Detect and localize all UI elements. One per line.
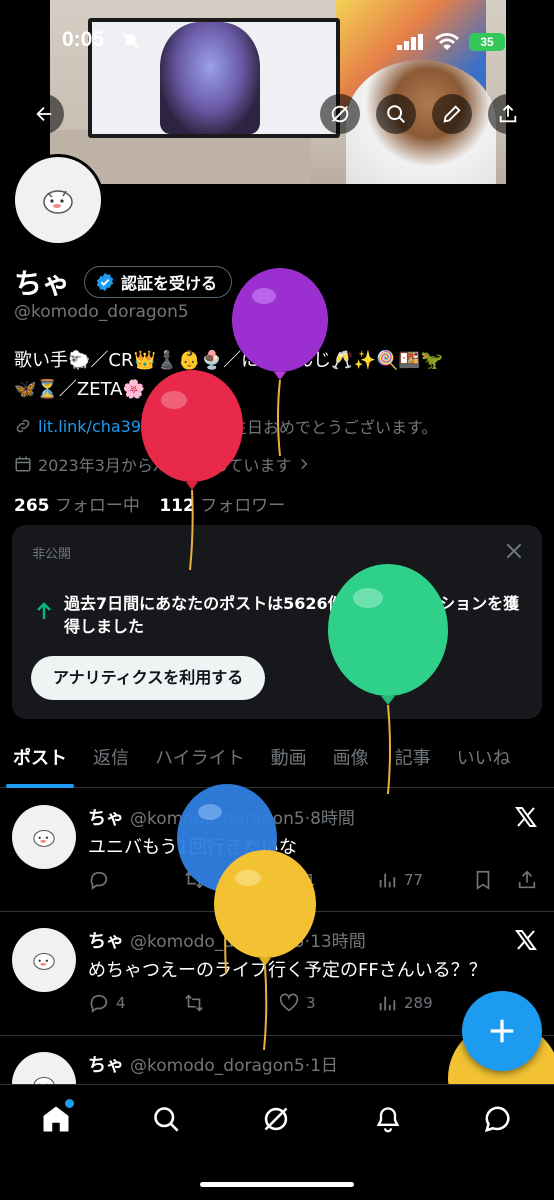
tab-likes[interactable]: いいね — [444, 738, 524, 788]
private-label: 非公開 — [32, 547, 72, 562]
post-header: ちゃ @komodo_doragon5·1日 — [88, 1051, 338, 1077]
home-indicator[interactable] — [200, 1182, 354, 1187]
nav-messages[interactable] — [478, 1099, 518, 1139]
following-label: フォロー中 — [54, 496, 140, 516]
status-bar: 0:05 35 — [0, 26, 554, 60]
balloon-green — [328, 564, 448, 794]
post-author: ちゃ — [88, 1055, 124, 1076]
compose-post-button[interactable] — [462, 991, 542, 1071]
get-verified-button[interactable]: 認証を受ける — [84, 266, 233, 298]
notification-dot — [65, 1099, 74, 1108]
link-icon — [16, 419, 30, 433]
views-button[interactable]: 289 — [376, 992, 433, 1014]
views-button[interactable]: 77 — [376, 869, 423, 891]
tab-replies[interactable]: 返信 — [80, 738, 142, 788]
views-count: 77 — [404, 871, 424, 889]
following-link[interactable]: 265 フォロー中 — [14, 496, 140, 516]
back-arrow-icon — [36, 106, 52, 122]
back-button[interactable] — [24, 94, 64, 134]
search-icon — [154, 1107, 179, 1132]
views-icon — [379, 996, 396, 1011]
reply-icon — [90, 871, 108, 890]
search-button[interactable] — [376, 94, 416, 134]
bell-icon — [376, 1107, 400, 1133]
reply-button[interactable] — [88, 869, 116, 891]
post-time: ·8時間 — [304, 809, 355, 829]
chevron-right-icon[interactable] — [297, 457, 311, 471]
plus-icon — [490, 1019, 514, 1043]
analytics-card: 非公開 過去7日間にあなたのポストは5626件のインプレッションを獲得しました … — [12, 525, 542, 719]
arrow-up-icon — [37, 602, 51, 619]
profile-tabs: ポスト 返信 ハイライト 動画 画像 記事 いいね — [0, 738, 554, 788]
profile-handle: @komodo_doragon5 — [14, 302, 189, 322]
pencil-icon — [443, 105, 461, 123]
profile-avatar[interactable] — [12, 154, 104, 246]
avatar-character-icon — [43, 190, 73, 214]
post-author: ちゃ — [88, 808, 124, 829]
reply-count: 4 — [116, 994, 126, 1012]
home-icon — [43, 1106, 69, 1132]
edit-button[interactable] — [432, 94, 472, 134]
share-button[interactable] — [488, 94, 528, 134]
silent-bell-icon — [123, 33, 139, 49]
balloon-yellow — [214, 850, 316, 1050]
nav-home[interactable] — [36, 1099, 76, 1139]
avatar-character-icon — [33, 1076, 55, 1084]
avatar-character-icon — [33, 952, 55, 970]
search-icon — [387, 105, 405, 123]
post-avatar[interactable] — [12, 928, 76, 992]
profile-name: ちゃ — [14, 267, 71, 300]
wifi-icon — [435, 33, 459, 50]
post-handle: @komodo_doragon5 — [130, 1056, 305, 1076]
post-author: ちゃ — [88, 931, 124, 952]
bookmark-button[interactable] — [472, 869, 500, 891]
tab-highlights[interactable]: ハイライト — [142, 738, 258, 788]
get-verified-label: 認証を受ける — [121, 274, 218, 293]
tab-posts[interactable]: ポスト — [0, 738, 80, 788]
reply-button[interactable]: 4 — [88, 992, 126, 1014]
balloon-red — [141, 370, 243, 570]
profile-name-row: ちゃ 認証を受ける — [14, 262, 233, 302]
following-count: 265 — [14, 496, 50, 516]
reply-icon — [90, 994, 108, 1013]
impressions-message: 過去7日間にあなたのポストは5626件のインプレッションを獲得しました — [64, 594, 520, 636]
chat-bubble-icon — [484, 1106, 510, 1133]
x-logo-icon — [515, 807, 537, 827]
x-logo-icon — [515, 930, 537, 950]
battery-indicator: 35 — [469, 33, 505, 51]
status-time: 0:05 — [62, 28, 105, 51]
nav-grok[interactable] — [256, 1099, 296, 1139]
views-count: 289 — [404, 994, 433, 1012]
share-icon — [518, 870, 536, 889]
post-avatar[interactable] — [12, 1052, 76, 1084]
repost-button[interactable] — [183, 992, 211, 1014]
calendar-icon — [15, 456, 31, 472]
close-icon[interactable] — [504, 541, 524, 561]
share-post-button[interactable] — [516, 869, 544, 891]
post-actions: 1 77 — [88, 869, 548, 893]
verified-badge-icon — [96, 272, 114, 292]
tab-videos[interactable]: 動画 — [258, 738, 320, 788]
grok-icon — [331, 105, 349, 123]
nav-notifications[interactable] — [368, 1099, 408, 1139]
post-avatar[interactable] — [12, 805, 76, 869]
post-time: ·1日 — [304, 1056, 338, 1076]
use-analytics-button[interactable]: アナリティクスを利用する — [31, 656, 266, 700]
grok-button[interactable] — [320, 94, 360, 134]
grok-icon — [264, 1107, 288, 1131]
repost-icon — [185, 994, 203, 1012]
share-icon — [499, 104, 517, 123]
bookmark-icon — [476, 870, 490, 890]
avatar-character-icon — [33, 829, 55, 847]
views-icon — [379, 873, 396, 888]
nav-search[interactable] — [146, 1099, 186, 1139]
profile-link[interactable]: lit.link/cha39 — [38, 417, 141, 436]
signal-icon — [397, 34, 423, 50]
